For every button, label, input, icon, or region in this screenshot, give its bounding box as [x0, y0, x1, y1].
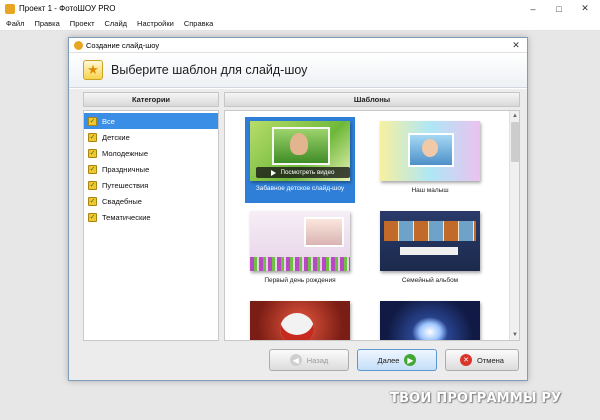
category-wedding[interactable]: ✓ Свадебные: [84, 193, 218, 209]
template-item[interactable]: Посмотреть видео Забавное детское слайд-…: [245, 117, 355, 203]
checkbox-icon: ✓: [88, 164, 97, 174]
watermark-text: ТВОИ ПРОГРАММЫ РУ: [390, 391, 562, 406]
category-label: Детские: [102, 132, 130, 142]
back-label: Назад: [306, 355, 329, 365]
category-thematic[interactable]: ✓ Тематические: [84, 209, 218, 225]
dialog-title: Создание слайд-шоу: [86, 40, 160, 50]
arrow-right-icon: ▶: [404, 354, 417, 366]
category-label: Путешествия: [102, 180, 149, 190]
categories-heading: Категории: [83, 92, 219, 107]
scroll-up-icon[interactable]: ▲: [510, 111, 519, 121]
checkbox-icon: ✓: [88, 212, 97, 222]
checkbox-icon: ✓: [88, 148, 97, 158]
menu-settings[interactable]: Настройки: [137, 19, 174, 28]
next-button[interactable]: Далее ▶: [357, 349, 437, 371]
checkbox-icon: ✓: [88, 116, 97, 126]
play-icon: [271, 169, 277, 176]
category-label: Свадебные: [102, 196, 142, 206]
category-all[interactable]: ✓ Все: [84, 113, 218, 129]
maximize-button[interactable]: □: [546, 0, 572, 17]
template-item[interactable]: [375, 297, 485, 340]
preview-video-label: Посмотреть видео: [280, 169, 335, 176]
template-caption: Забавное детское слайд-шоу: [255, 185, 345, 192]
template-thumbnail: [250, 301, 350, 340]
category-label: Тематические: [102, 212, 151, 222]
menu-edit[interactable]: Правка: [34, 19, 59, 28]
template-item[interactable]: Первый день рождения: [245, 207, 355, 293]
dialog-app-icon: [74, 40, 83, 50]
template-thumbnail: [380, 121, 480, 181]
template-thumbnail: [380, 211, 480, 271]
menu-bar: Файл Правка Проект Слайд Настройки Справ…: [0, 17, 600, 31]
templates-gallery: Посмотреть видео Забавное детское слайд-…: [224, 110, 520, 341]
menu-project[interactable]: Проект: [70, 19, 95, 28]
arrow-left-icon: ◀: [289, 354, 302, 366]
menu-help[interactable]: Справка: [184, 19, 213, 28]
thumbnail-figure: [422, 139, 438, 157]
category-label: Все: [102, 116, 115, 126]
category-youth[interactable]: ✓ Молодежные: [84, 145, 218, 161]
dialog-titlebar: Создание слайд-шоу ✕: [69, 38, 527, 53]
checkbox-icon: ✓: [88, 132, 97, 142]
cancel-icon: ✕: [460, 354, 473, 366]
template-thumbnail: [380, 301, 480, 340]
thumbnail-label-graphic: [400, 247, 458, 255]
category-holiday[interactable]: ✓ Праздничные: [84, 161, 218, 177]
template-caption: Первый день рождения: [264, 277, 336, 284]
star-icon: ★: [83, 60, 103, 80]
dialog-header: ★ Выберите шаблон для слайд-шоу: [69, 53, 527, 88]
cancel-label: Отмена: [477, 355, 504, 365]
window-controls: – □ ✕: [520, 0, 598, 17]
dialog-body: Категории Шаблоны ✓ Все ✓ Детские ✓ Моло…: [69, 89, 527, 380]
thumbnail-figure: [412, 317, 448, 340]
app-titlebar: Проект 1 - ФотоШОУ PRO – □ ✕: [0, 0, 600, 17]
checkbox-icon: ✓: [88, 196, 97, 206]
thumbnail-figure: [280, 313, 314, 340]
category-label: Праздничные: [102, 164, 150, 174]
thumbnail-decoration: [250, 257, 350, 271]
scrollbar-thumb[interactable]: [511, 122, 519, 162]
thumbnail-photo: [304, 217, 344, 247]
menu-file[interactable]: Файл: [6, 19, 24, 28]
template-caption: Семейный альбом: [401, 277, 459, 284]
app-icon: [5, 3, 15, 14]
category-travel[interactable]: ✓ Путешествия: [84, 177, 218, 193]
thumbnail-photo-strip: [384, 221, 476, 241]
minimize-button[interactable]: –: [520, 0, 546, 17]
template-caption: Наш малыш: [411, 187, 449, 194]
templates-scrollbar[interactable]: ▲ ▼: [509, 111, 519, 340]
checkbox-icon: ✓: [88, 180, 97, 190]
thumbnail-figure: [290, 133, 308, 155]
categories-list: ✓ Все ✓ Детские ✓ Молодежные ✓ Праздничн…: [83, 110, 219, 341]
create-slideshow-dialog: Создание слайд-шоу ✕ ★ Выберите шаблон д…: [68, 37, 528, 381]
category-label: Молодежные: [102, 148, 148, 158]
cancel-button[interactable]: ✕ Отмена: [445, 349, 519, 371]
back-button[interactable]: ◀ Назад: [269, 349, 349, 371]
template-thumbnail: [250, 211, 350, 271]
preview-video-button[interactable]: Посмотреть видео: [256, 167, 350, 178]
menu-slide[interactable]: Слайд: [105, 19, 128, 28]
app-title: Проект 1 - ФотоШОУ PRO: [19, 4, 116, 13]
close-window-button[interactable]: ✕: [572, 0, 598, 17]
template-thumbnail: Посмотреть видео: [250, 121, 350, 181]
dialog-heading: Выберите шаблон для слайд-шоу: [111, 63, 308, 77]
category-kids[interactable]: ✓ Детские: [84, 129, 218, 145]
dialog-close-button[interactable]: ✕: [507, 39, 525, 51]
templates-heading: Шаблоны: [224, 92, 520, 107]
template-item[interactable]: [245, 297, 355, 340]
next-label: Далее: [377, 355, 400, 365]
template-item[interactable]: Семейный альбом: [375, 207, 485, 293]
template-item[interactable]: Наш малыш: [375, 117, 485, 203]
scroll-down-icon[interactable]: ▼: [510, 330, 519, 340]
